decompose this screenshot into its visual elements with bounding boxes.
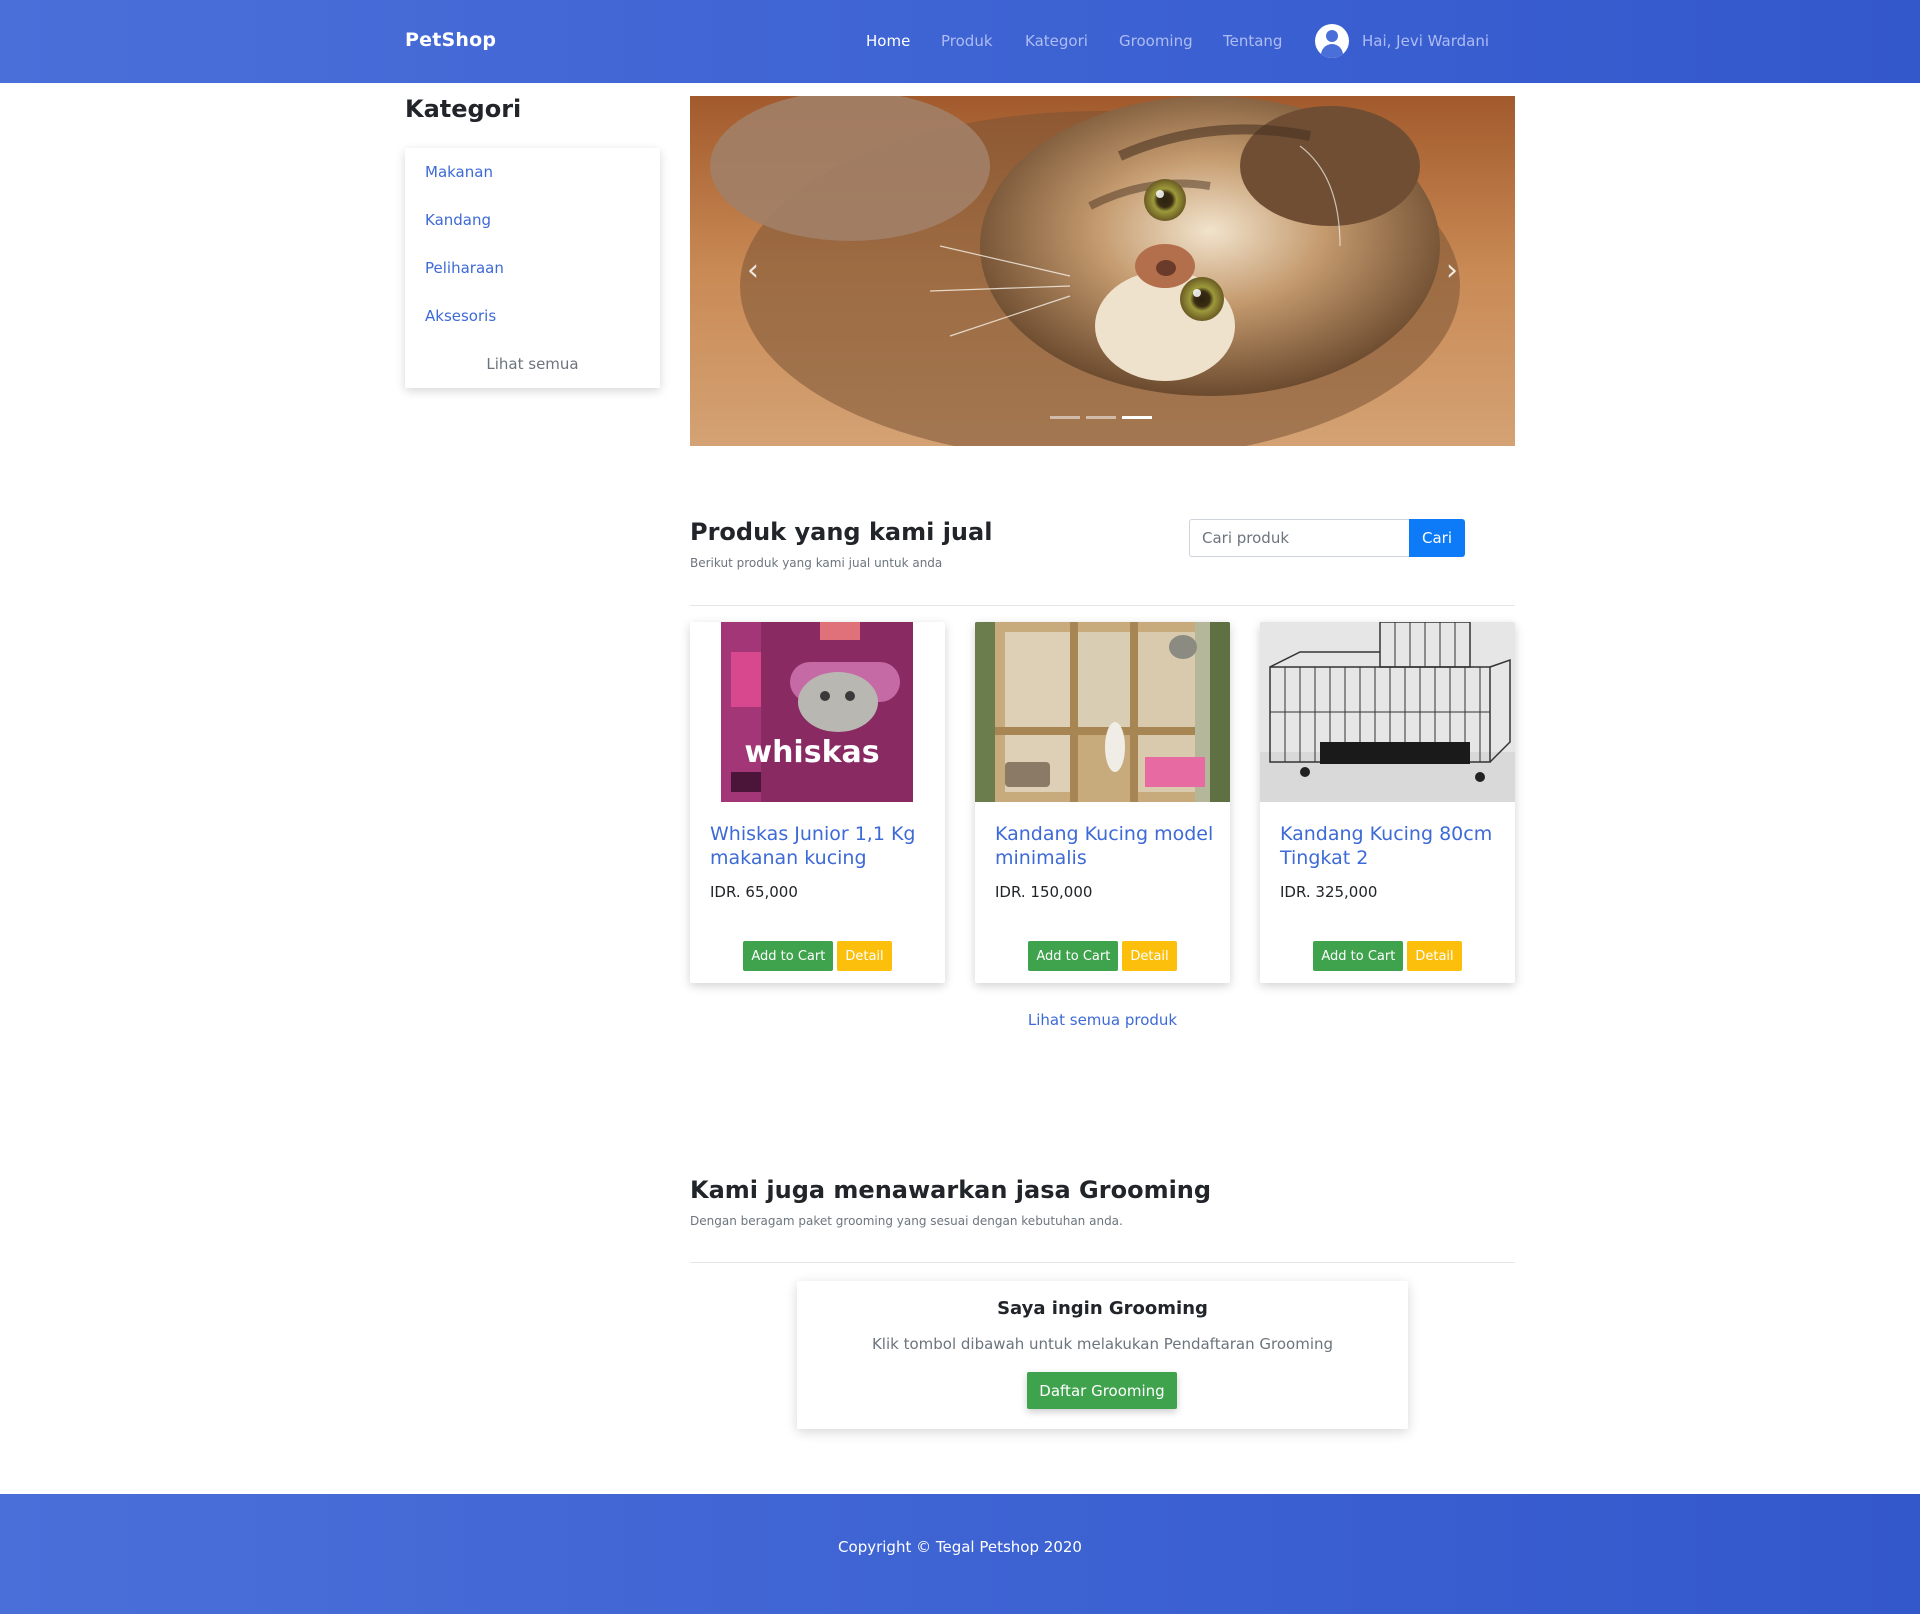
search-button[interactable]: Cari xyxy=(1409,519,1465,557)
product-card: Kandang Kucing 80cm Tingkat 2 IDR. 325,0… xyxy=(1260,622,1515,983)
sidebar-title: Kategori xyxy=(405,95,522,123)
product-image-kandang-minimalis[interactable] xyxy=(975,622,1230,802)
product-image-whiskas[interactable]: whiskas xyxy=(690,622,945,802)
nav-kategori[interactable]: Kategori xyxy=(1025,32,1088,50)
products-divider xyxy=(690,605,1515,606)
category-item-peliharaan[interactable]: Peliharaan xyxy=(425,259,504,277)
whiskas-logo: whiskas xyxy=(744,735,879,770)
nav-home[interactable]: Home xyxy=(866,32,910,50)
nav-tentang[interactable]: Tentang xyxy=(1223,32,1282,50)
category-item-aksesoris[interactable]: Aksesoris xyxy=(425,307,496,325)
grooming-subtitle: Dengan beragam paket grooming yang sesua… xyxy=(690,1214,1123,1228)
product-price: IDR. 325,000 xyxy=(1280,883,1378,901)
footer: Copyright © Tegal Petshop 2020 xyxy=(0,1494,1920,1614)
carousel-cat-image xyxy=(690,96,1515,446)
add-to-cart-button[interactable]: Add to Cart xyxy=(1028,941,1119,971)
product-price: IDR. 150,000 xyxy=(995,883,1093,901)
product-actions: Add to Cart Detail xyxy=(690,941,945,971)
chevron-left-icon[interactable]: ‹ xyxy=(738,256,768,286)
nav-produk[interactable]: Produk xyxy=(941,32,993,50)
products-subtitle: Berikut produk yang kami jual untuk anda xyxy=(690,556,943,570)
product-actions: Add to Cart Detail xyxy=(1260,941,1515,971)
grooming-card-title: Saya ingin Grooming xyxy=(997,1298,1208,1319)
register-grooming-button[interactable]: Daftar Grooming xyxy=(1027,1372,1177,1409)
hero-carousel: ‹ › xyxy=(690,96,1515,446)
detail-button[interactable]: Detail xyxy=(837,941,892,971)
product-name[interactable]: Kandang Kucing model minimalis xyxy=(995,822,1215,870)
grooming-title: Kami juga menawarkan jasa Grooming xyxy=(690,1176,1212,1204)
top-navbar: PetShop Home Produk Kategori Grooming Te… xyxy=(0,0,1920,83)
product-search-input[interactable] xyxy=(1189,519,1409,557)
detail-button[interactable]: Detail xyxy=(1122,941,1177,971)
add-to-cart-button[interactable]: Add to Cart xyxy=(743,941,834,971)
grooming-divider xyxy=(690,1262,1515,1263)
product-card: whiskas Whiskas Junior 1,1 Kg makanan ku… xyxy=(690,622,945,983)
product-actions: Add to Cart Detail xyxy=(975,941,1230,971)
carousel-indicator-2[interactable] xyxy=(1086,416,1116,419)
category-list: Makanan Kandang Peliharaan Aksesoris Lih… xyxy=(405,148,660,388)
detail-button[interactable]: Detail xyxy=(1407,941,1462,971)
user-greeting: Hai, Jevi Wardani xyxy=(1362,32,1489,50)
products-title: Produk yang kami jual xyxy=(690,518,993,546)
footer-copyright: Copyright © Tegal Petshop 2020 xyxy=(838,1538,1082,1556)
carousel-indicator-1[interactable] xyxy=(1050,416,1080,419)
category-see-all-link[interactable]: Lihat semua xyxy=(405,355,660,373)
carousel-indicator-3[interactable] xyxy=(1122,416,1152,419)
product-name[interactable]: Whiskas Junior 1,1 Kg makanan kucing xyxy=(710,822,930,870)
grooming-card-text: Klik tombol dibawah untuk melakukan Pend… xyxy=(871,1335,1334,1353)
product-image-kandang-tingkat[interactable] xyxy=(1260,622,1515,802)
add-to-cart-button[interactable]: Add to Cart xyxy=(1313,941,1404,971)
main-nav: Home Produk Kategori Grooming Tentang xyxy=(0,32,1920,56)
nav-grooming[interactable]: Grooming xyxy=(1119,32,1193,50)
category-item-makanan[interactable]: Makanan xyxy=(425,163,493,181)
product-card: Kandang Kucing model minimalis IDR. 150,… xyxy=(975,622,1230,983)
user-menu[interactable]: Hai, Jevi Wardani xyxy=(1315,24,1489,58)
grooming-card: Saya ingin Grooming Klik tombol dibawah … xyxy=(797,1281,1408,1429)
category-item-kandang[interactable]: Kandang xyxy=(425,211,491,229)
product-price: IDR. 65,000 xyxy=(710,883,798,901)
see-all-products-link[interactable]: Lihat semua produk xyxy=(690,1011,1515,1029)
chevron-right-icon[interactable]: › xyxy=(1437,256,1467,286)
carousel-indicators xyxy=(1050,416,1152,419)
user-avatar-icon xyxy=(1315,24,1349,58)
product-name[interactable]: Kandang Kucing 80cm Tingkat 2 xyxy=(1280,822,1500,870)
